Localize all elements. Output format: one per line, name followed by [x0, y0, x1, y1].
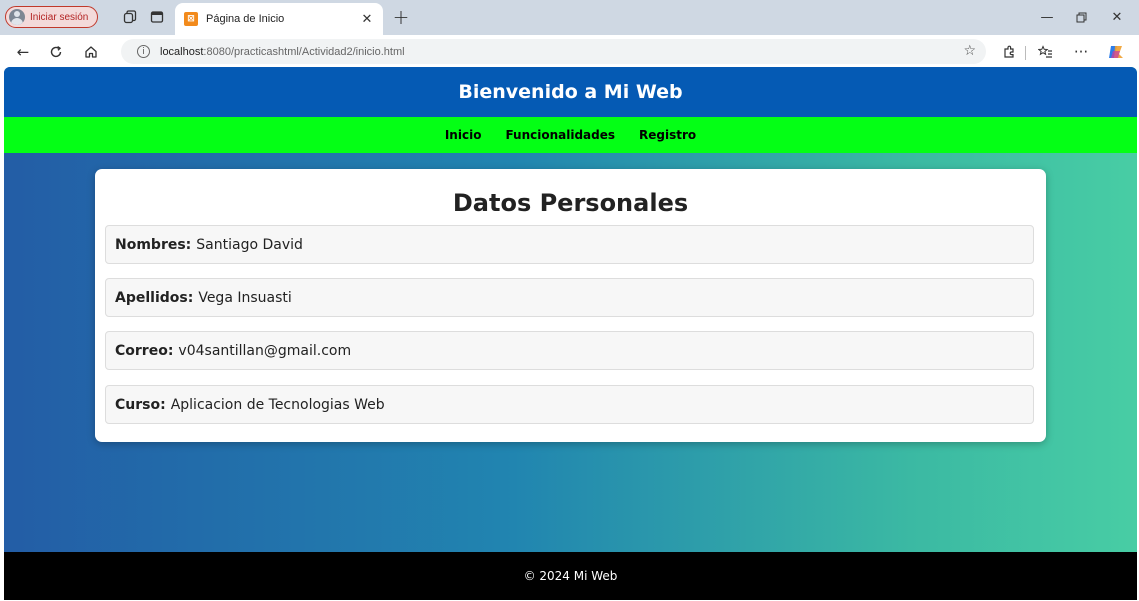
tab-title: Página de Inicio — [206, 13, 285, 25]
close-window-icon[interactable]: ✕ — [1102, 6, 1132, 28]
restore-icon[interactable] — [1066, 6, 1096, 28]
nav-link-funcionalidades[interactable]: Funcionalidades — [505, 128, 615, 142]
copilot-icon[interactable] — [1105, 41, 1127, 63]
footer-text: © 2024 Mi Web — [523, 569, 618, 583]
back-icon[interactable]: ← — [12, 41, 34, 63]
field-apellidos: Apellidos: Vega Insuasti — [105, 278, 1034, 317]
reload-icon[interactable] — [45, 41, 67, 63]
tab-close-icon[interactable]: ✕ — [359, 11, 375, 27]
field-nombres: Nombres: Santiago David — [105, 225, 1034, 264]
favorites-icon[interactable] — [1034, 41, 1056, 63]
field-label: Apellidos: — [115, 289, 194, 306]
tab-actions-icon[interactable] — [149, 9, 165, 25]
site-title: Bienvenido a Mi Web — [458, 81, 683, 103]
extensions-icon[interactable] — [998, 41, 1020, 63]
new-tab-icon[interactable]: + — [390, 5, 412, 29]
page-viewport: Bienvenido a Mi Web Inicio Funcionalidad… — [4, 67, 1137, 600]
browser-tab-active[interactable]: ⊠ Página de Inicio ✕ — [175, 3, 383, 35]
site-info-icon[interactable]: i — [137, 45, 150, 58]
profile-avatar-icon — [9, 9, 25, 25]
toolbar-divider — [1025, 46, 1026, 60]
minimize-icon[interactable]: — — [1032, 6, 1062, 28]
signin-label: Iniciar sesión — [30, 11, 89, 23]
field-label: Nombres: — [115, 236, 192, 253]
browser-toolbar: ← i localhost:8080/practicashtml/Activid… — [0, 35, 1139, 67]
signin-button[interactable]: Iniciar sesión — [5, 6, 98, 28]
site-nav: Inicio Funcionalidades Registro — [4, 117, 1137, 153]
field-value: Santiago David — [196, 236, 303, 253]
favorite-star-icon[interactable]: ☆ — [963, 43, 976, 59]
xampp-favicon-icon: ⊠ — [184, 12, 198, 26]
site-header: Bienvenido a Mi Web — [4, 67, 1137, 117]
more-options-icon[interactable]: ··· — [1070, 41, 1092, 63]
field-curso: Curso: Aplicacion de Tecnologias Web — [105, 385, 1034, 424]
personal-data-card: Datos Personales Nombres: Santiago David… — [95, 169, 1046, 442]
browser-tab-bar: Iniciar sesión ⊠ Página de Inicio ✕ + — … — [0, 0, 1139, 35]
nav-link-registro[interactable]: Registro — [639, 128, 696, 142]
card-title: Datos Personales — [452, 189, 689, 217]
nav-link-inicio[interactable]: Inicio — [445, 128, 482, 142]
field-correo: Correo: v04santillan@gmail.com — [105, 331, 1034, 370]
field-value: Aplicacion de Tecnologias Web — [170, 396, 385, 413]
address-url: localhost:8080/practicashtml/Actividad2/… — [160, 45, 405, 58]
field-value: Vega Insuasti — [198, 289, 292, 306]
site-footer: © 2024 Mi Web — [4, 552, 1137, 600]
field-label: Curso: — [115, 396, 166, 413]
home-icon[interactable] — [80, 41, 102, 63]
workspaces-icon[interactable] — [122, 9, 138, 25]
field-label: Correo: — [115, 342, 174, 359]
field-value: v04santillan@gmail.com — [178, 342, 352, 359]
address-bar[interactable]: i localhost:8080/practicashtml/Actividad… — [121, 39, 986, 64]
